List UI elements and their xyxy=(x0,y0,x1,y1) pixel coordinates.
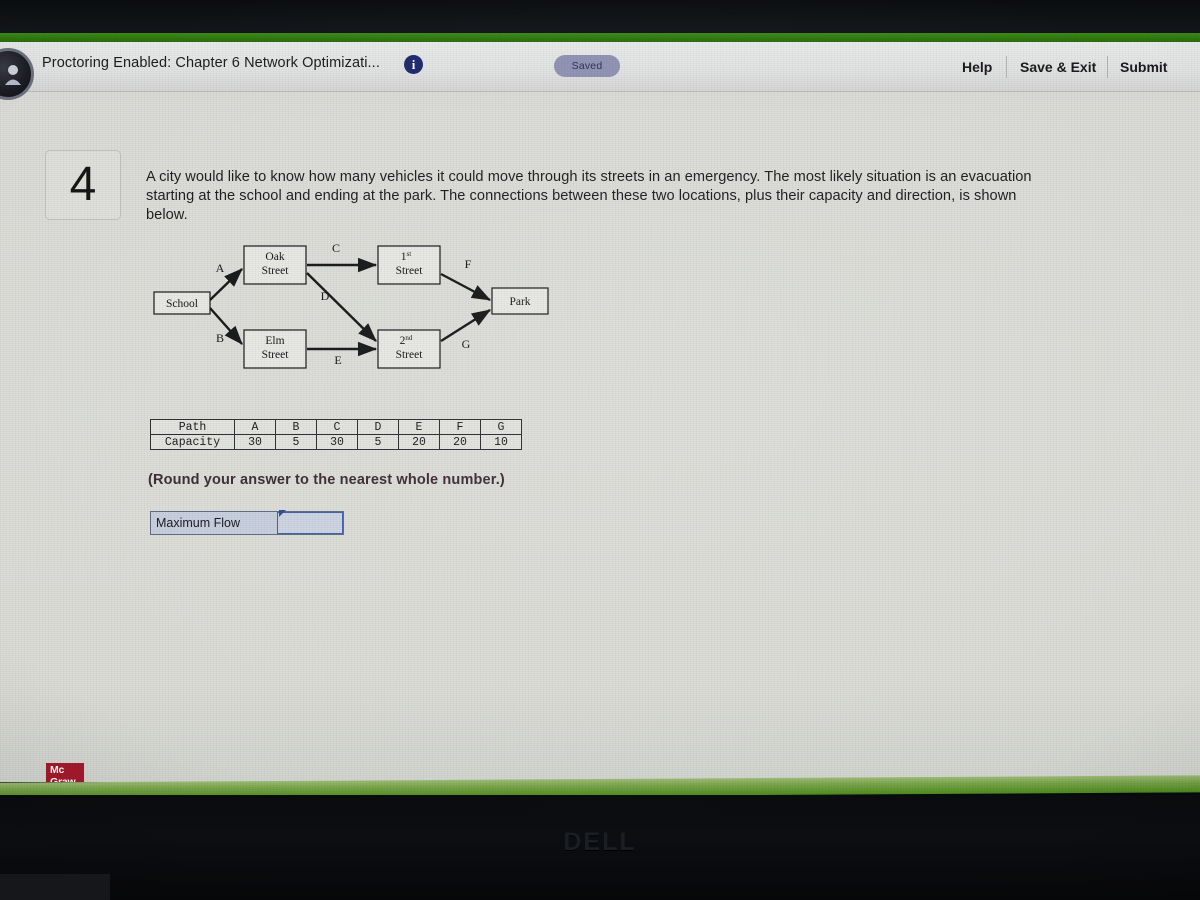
node-label-first-2: Street xyxy=(396,265,424,277)
answer-input-cell[interactable] xyxy=(277,510,343,534)
screen-content: Proctoring Enabled: Chapter 6 Network Op… xyxy=(0,42,1200,782)
node-label-school: School xyxy=(166,298,198,310)
table-header-path: Path xyxy=(150,419,235,435)
question-number: 4 xyxy=(69,158,97,211)
answer-grid: Maximum Flow xyxy=(150,510,344,535)
table-row: Capacity 30 5 30 5 20 20 10 xyxy=(150,434,522,450)
node-label-second-2: Street xyxy=(396,349,424,361)
table-header-g: G xyxy=(480,419,522,435)
edge-label-f: F xyxy=(465,257,472,271)
info-icon[interactable]: i xyxy=(404,55,423,74)
maximum-flow-input[interactable] xyxy=(278,513,342,533)
table-cell-capacity-g: 10 xyxy=(480,434,522,450)
rounding-instruction: (Round your answer to the nearest whole … xyxy=(148,472,505,488)
mcgraw-hill-logo: Mc Graw Hill xyxy=(46,763,84,782)
course-title: Proctoring Enabled: Chapter 6 Network Op… xyxy=(42,55,380,71)
page-background xyxy=(0,42,1200,782)
node-label-oak-2: Street xyxy=(262,265,290,277)
table-cell-capacity-c: 30 xyxy=(316,434,358,450)
edge-label-c: C xyxy=(332,241,340,255)
table-header-c: C xyxy=(316,419,358,435)
help-button[interactable]: Help xyxy=(962,59,992,75)
toolbar-divider xyxy=(1006,56,1007,78)
monitor-stand xyxy=(0,874,110,900)
edge-label-e: E xyxy=(334,353,341,367)
node-label-elm-2: Street xyxy=(262,349,290,361)
node-label-park: Park xyxy=(509,296,530,308)
table-header-b: B xyxy=(275,419,317,435)
table-header-e: E xyxy=(398,419,440,435)
submit-button[interactable]: Submit xyxy=(1120,59,1167,75)
monitor-photo: Proctoring Enabled: Chapter 6 Network Op… xyxy=(0,0,1200,900)
table-cell-capacity-d: 5 xyxy=(357,434,399,450)
capacity-table: Path A B C D E F G Capacity 30 5 30 5 20… xyxy=(150,419,522,450)
edge-label-b: B xyxy=(216,331,224,345)
screen-green-bar-top xyxy=(0,33,1200,42)
status-badge-saved: Saved xyxy=(554,55,620,77)
save-and-exit-button[interactable]: Save & Exit xyxy=(1020,59,1096,75)
logo-line-1: Mc xyxy=(50,764,65,776)
table-header-d: D xyxy=(357,419,399,435)
answer-label: Maximum Flow xyxy=(151,512,277,534)
app-bar: Proctoring Enabled: Chapter 6 Network Op… xyxy=(0,42,1200,100)
edge-label-a: A xyxy=(216,261,225,275)
table-cell-capacity-e: 20 xyxy=(398,434,440,450)
table-cell-capacity-b: 5 xyxy=(275,434,317,450)
dell-brand-logo: DELL xyxy=(563,828,637,856)
table-cell-capacity-f: 20 xyxy=(439,434,481,450)
text-cursor-icon xyxy=(279,510,286,517)
monitor-bezel-top xyxy=(0,0,1200,33)
network-diagram: School Oak Street Elm Street 1st Street … xyxy=(148,238,568,378)
table-cell-capacity-a: 30 xyxy=(234,434,276,450)
table-row-header: Path A B C D E F G xyxy=(150,419,522,435)
edge-label-d: D xyxy=(321,289,330,303)
edge-label-g: G xyxy=(462,337,471,351)
question-stem: A city would like to know how many vehic… xyxy=(146,169,1032,224)
toolbar-divider xyxy=(1107,56,1108,78)
node-label-oak-1: Oak xyxy=(265,251,284,263)
table-header-a: A xyxy=(234,419,276,435)
table-cell-capacity-label: Capacity xyxy=(150,434,235,450)
table-header-f: F xyxy=(439,419,481,435)
node-label-elm-1: Elm xyxy=(265,335,284,347)
